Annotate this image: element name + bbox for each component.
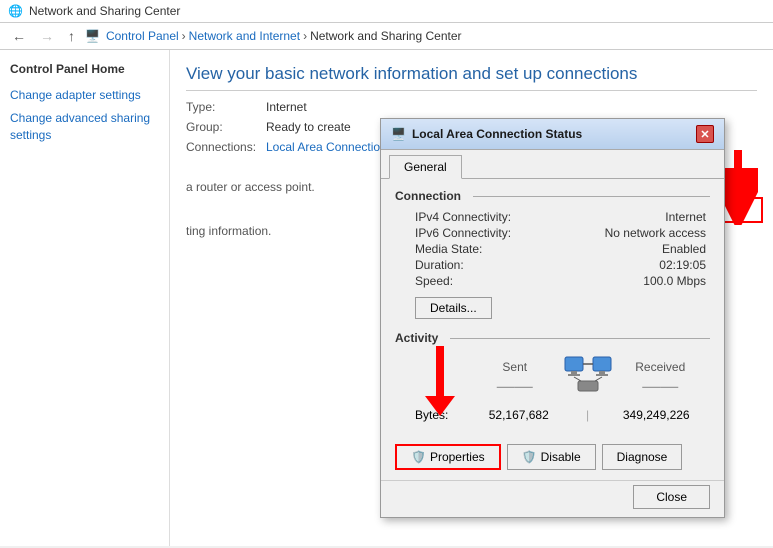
- dialog-body: Connection IPv4 Connectivity: Internet I…: [381, 179, 724, 438]
- details-button[interactable]: Details...: [415, 297, 492, 319]
- tab-strip: General: [381, 150, 724, 179]
- value-duration: 02:19:05: [555, 257, 710, 273]
- properties-button[interactable]: 🛡️ Properties: [395, 444, 501, 470]
- table-row: Media State: Enabled: [395, 241, 710, 257]
- shield-icon-disable: 🛡️: [522, 450, 537, 464]
- bytes-row: Bytes: 52,167,682 | 349,249,226: [395, 406, 710, 428]
- connection-info-table: IPv4 Connectivity: Internet IPv6 Connect…: [395, 209, 710, 289]
- connection-section-header: Connection: [395, 189, 710, 203]
- content-area: View your basic network information and …: [170, 50, 773, 546]
- main-container: Control Panel Home Change adapter settin…: [0, 50, 773, 546]
- label-ipv6: IPv6 Connectivity:: [395, 225, 555, 241]
- dialog-footer: Close: [381, 480, 724, 517]
- nav-icon: 🖥️: [85, 29, 100, 43]
- received-label: Received: [621, 360, 701, 374]
- label-duration: Duration:: [395, 257, 555, 273]
- table-row: IPv6 Connectivity: No network access: [395, 225, 710, 241]
- label-speed: Speed:: [395, 273, 555, 289]
- activity-sent-col: Sent ——: [475, 360, 555, 397]
- bg-row-type: Type: Internet: [186, 100, 757, 114]
- breadcrumb-current: Network and Sharing Center: [310, 29, 461, 43]
- sidebar-title: Control Panel Home: [10, 62, 159, 76]
- bytes-separator: |: [563, 408, 613, 422]
- local-area-connection-link[interactable]: Local Area Connection: [266, 140, 387, 154]
- activity-received-col: Received ——: [621, 360, 701, 397]
- forward-button[interactable]: →: [36, 26, 58, 46]
- value-speed: 100.0 Mbps: [555, 273, 710, 289]
- dialog-close-button[interactable]: ✕: [696, 125, 714, 143]
- page-title: View your basic network information and …: [186, 64, 757, 91]
- dialog-title: Local Area Connection Status: [412, 127, 582, 141]
- dialog-icon: 🖥️: [391, 127, 406, 141]
- network-computers-icon: [563, 355, 613, 402]
- sent-bytes: 52,167,682: [475, 408, 563, 422]
- sidebar-item-advanced-sharing[interactable]: Change advanced sharing settings: [10, 110, 159, 144]
- up-button[interactable]: ↑: [64, 26, 79, 46]
- address-bar: ← → ↑ 🖥️ Control Panel › Network and Int…: [0, 23, 773, 50]
- value-ipv6: No network access: [555, 225, 710, 241]
- activity-section-header: Activity: [395, 331, 710, 345]
- sidebar: Control Panel Home Change adapter settin…: [0, 50, 170, 546]
- dialog-local-area-connection-status[interactable]: 🖥️ Local Area Connection Status ✕ Genera…: [380, 118, 725, 518]
- title-bar: 🌐 Network and Sharing Center: [0, 0, 773, 23]
- sent-label: Sent: [475, 360, 555, 374]
- close-button[interactable]: Close: [633, 485, 710, 509]
- value-media: Enabled: [555, 241, 710, 257]
- back-button[interactable]: ←: [8, 26, 30, 46]
- table-row: Duration: 02:19:05: [395, 257, 710, 273]
- table-row: IPv4 Connectivity: Internet: [395, 209, 710, 225]
- table-row: Speed: 100.0 Mbps: [395, 273, 710, 289]
- app-title: Network and Sharing Center: [29, 4, 180, 18]
- breadcrumb-control-panel[interactable]: Control Panel: [106, 29, 179, 43]
- sidebar-item-adapter-settings[interactable]: Change adapter settings: [10, 88, 159, 102]
- label-media: Media State:: [395, 241, 555, 257]
- diagnose-button[interactable]: Diagnose: [602, 444, 683, 470]
- action-buttons: 🛡️ Properties 🛡️ Disable Diagnose: [381, 438, 724, 480]
- label-ipv4: IPv4 Connectivity:: [395, 209, 555, 225]
- breadcrumb: Control Panel › Network and Internet › N…: [106, 29, 462, 43]
- disable-button[interactable]: 🛡️ Disable: [507, 444, 596, 470]
- shield-icon: 🛡️: [411, 450, 426, 464]
- breadcrumb-network-internet[interactable]: Network and Internet: [189, 29, 300, 43]
- bytes-label: Bytes:: [415, 408, 475, 422]
- activity-section: Activity Sent ——: [395, 331, 710, 428]
- tab-general[interactable]: General: [389, 155, 462, 179]
- app-icon: 🌐: [8, 4, 23, 18]
- received-bytes: 349,249,226: [613, 408, 701, 422]
- value-ipv4: Internet: [555, 209, 710, 225]
- dialog-title-bar: 🖥️ Local Area Connection Status ✕: [381, 119, 724, 150]
